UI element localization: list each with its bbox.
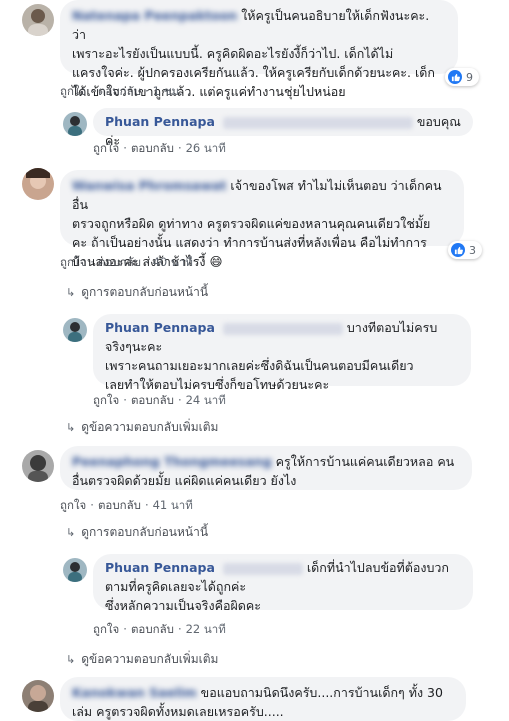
reply-link[interactable]: ตอบกลับ	[131, 141, 174, 155]
thumbs-up-icon	[451, 243, 465, 257]
comment-text-line: เล่ม ครูตรวจผิดทั้งหมดเลยเหรอครับ.....	[72, 704, 284, 719]
reply-link[interactable]: ตอบกลับ	[131, 393, 174, 407]
reply-actions: ถูกใจ · ตอบกลับ · 26 นาที	[93, 141, 226, 155]
comment-author[interactable]: Wanwisa Phromsawat	[72, 178, 226, 193]
reply-actions: ถูกใจ · ตอบกลับ · 24 นาที	[93, 393, 226, 407]
reaction-count[interactable]: 3	[448, 241, 482, 259]
comment-author[interactable]: Kanokwan Saelim	[72, 685, 197, 700]
comment-time[interactable]: 1 ชม.	[153, 84, 183, 98]
reply-text-line: ตามที่ครูคิดเลยจะได้ถูกค่ะ	[105, 579, 247, 594]
view-more-label: ดูข้อความตอบกลับเพิ่มเติม	[81, 652, 219, 666]
like-link[interactable]: ถูกใจ	[60, 84, 86, 98]
reply-author[interactable]: Phuan Pennapa	[105, 560, 215, 575]
reaction-count-value: 3	[469, 243, 476, 257]
reply-arrow-icon: ↳	[66, 653, 76, 666]
reply-author[interactable]: Phuan Pennapa	[105, 114, 215, 129]
comment-text-line: คะ ถ้าเป็นอย่างนั้น แสดงว่า ทำการบ้านส่ง…	[72, 235, 427, 250]
avatar[interactable]	[22, 450, 54, 482]
avatar[interactable]	[22, 680, 54, 712]
reply-bubble: Phuan Pennapa เด็กที่นำไปลบข้อที่ต้องบวก…	[93, 554, 473, 613]
thumbs-up-icon	[448, 70, 462, 84]
comment-time[interactable]: 41 นาที	[153, 498, 193, 512]
avatar[interactable]	[22, 168, 54, 200]
comment-bubble: Natenapa Peenpaktoon ให้ครูเป็นคนอธิบายให…	[60, 0, 458, 99]
view-more-replies[interactable]: ↳ ดูข้อความตอบกลับเพิ่มเติม	[66, 650, 218, 669]
reply-bubble: Phuan Pennapa บางทีตอบไม่ครบ จริงๆนะคะ เ…	[93, 314, 471, 392]
like-link[interactable]: ถูกใจ	[60, 498, 86, 512]
reply-arrow-icon: ↳	[66, 421, 76, 434]
comment-actions: ถูกใจ · ตอบกลับ · 40 นาที	[60, 255, 193, 269]
reply-link[interactable]: ตอบกลับ	[98, 498, 141, 512]
reply-link[interactable]: ตอบกลับ	[98, 255, 141, 269]
avatar[interactable]	[63, 112, 87, 136]
redacted-mention	[222, 322, 343, 335]
avatar[interactable]	[63, 558, 87, 582]
reply-link[interactable]: ตอบกลับ	[98, 84, 141, 98]
comment-text-line: ตรวจถูกหรือผิด ดูท่าทาง ครูตรวจผิดแค่ของ…	[72, 216, 431, 231]
reply-time[interactable]: 26 นาที	[186, 141, 226, 155]
comment-text-line: ครูให้การบ้านแค่คนเดียวหลอ คน	[275, 454, 455, 469]
view-previous-replies[interactable]: ↳ ดูการตอบกลับก่อนหน้านี้	[66, 523, 208, 542]
reply-arrow-icon: ↳	[66, 526, 76, 539]
avatar[interactable]	[22, 4, 54, 36]
comment-bubble: Wanwisa Phromsawat เจ้าของโพส ทำไมไม่เห็น…	[60, 170, 464, 269]
avatar[interactable]	[63, 318, 87, 342]
like-link[interactable]: ถูกใจ	[60, 255, 86, 269]
view-more-replies[interactable]: ↳ ดูข้อความตอบกลับเพิ่มเติม	[66, 418, 218, 437]
comment-bubble: Kanokwan Saelim ขอแอบถามนิดนึงครับ....การ…	[60, 677, 466, 721]
view-previous-replies[interactable]: ↳ ดูการตอบกลับก่อนหน้านี้	[66, 283, 208, 302]
comment-text-line: ขอแอบถามนิดนึงครับ....การบ้านเด็กๆ ทั้ง …	[200, 685, 443, 700]
reaction-count[interactable]: 9	[445, 68, 479, 86]
reply-time[interactable]: 24 นาที	[186, 393, 226, 407]
reply-actions: ถูกใจ · ตอบกลับ · 22 นาที	[93, 622, 226, 636]
redacted-mention	[222, 116, 413, 129]
view-previous-label: ดูการตอบกลับก่อนหน้านี้	[81, 285, 209, 299]
reply-text-line: จริงๆนะคะ	[105, 339, 163, 354]
reply-link[interactable]: ตอบกลับ	[131, 622, 174, 636]
reply-bubble: Phuan Pennapa ขอบคุณค่ะ	[93, 108, 473, 148]
view-more-label: ดูข้อความตอบกลับเพิ่มเติม	[81, 420, 219, 434]
reply-text-line: เด็กที่นำไปลบข้อที่ต้องบวก	[306, 560, 449, 575]
reply-author[interactable]: Phuan Pennapa	[105, 320, 215, 335]
reply-text-line: ซึ่งหลักความเป็นจริงคือผิดคะ	[105, 598, 261, 613]
comment-author[interactable]: Peenaphong Thongmeesang	[72, 454, 272, 469]
reply-text-line: บางทีตอบไม่ครบ	[346, 320, 438, 335]
view-previous-label: ดูการตอบกลับก่อนหน้านี้	[81, 525, 209, 539]
comment-text-line: อื่นตรวจผิดด้วยมั้ย แค่ผิดแค่คนเดียว ยัง…	[72, 473, 297, 488]
reply-text-line: เลยทำให้ตอบไม่ครบซึ่งก็ขอโทษด้วยนะคะ	[105, 377, 330, 392]
comment-bubble: Peenaphong Thongmeesang ครูให้การบ้านแค่ค…	[60, 446, 472, 490]
comment-time[interactable]: 40 นาที	[153, 255, 193, 269]
comment-actions: ถูกใจ · ตอบกลับ · 41 นาที	[60, 498, 193, 512]
like-link[interactable]: ถูกใจ	[93, 393, 119, 407]
reply-text-line: เพราะคนถามเยอะมากเลยค่ะซึ่งดิฉันเป็นคนตอ…	[105, 358, 414, 373]
comment-author[interactable]: Natenapa Peenpaktoon	[72, 8, 237, 23]
reply-time[interactable]: 22 นาที	[186, 622, 226, 636]
comment-text-line: แครงใจค่ะ. ผู้ปกครองเครียกันแล้ว. ให้ครู…	[72, 65, 435, 80]
like-link[interactable]: ถูกใจ	[93, 622, 119, 636]
comment-text-line: เพราะอะไรยังเป็นแบบนี้. ครูคิดผิดอะไรยัง…	[72, 46, 394, 61]
comment-actions: ถูกใจ · ตอบกลับ · 1 ชม.	[60, 84, 183, 98]
like-link[interactable]: ถูกใจ	[93, 141, 119, 155]
reply-arrow-icon: ↳	[66, 286, 76, 299]
reaction-count-value: 9	[466, 70, 473, 84]
redacted-mention	[222, 562, 303, 575]
